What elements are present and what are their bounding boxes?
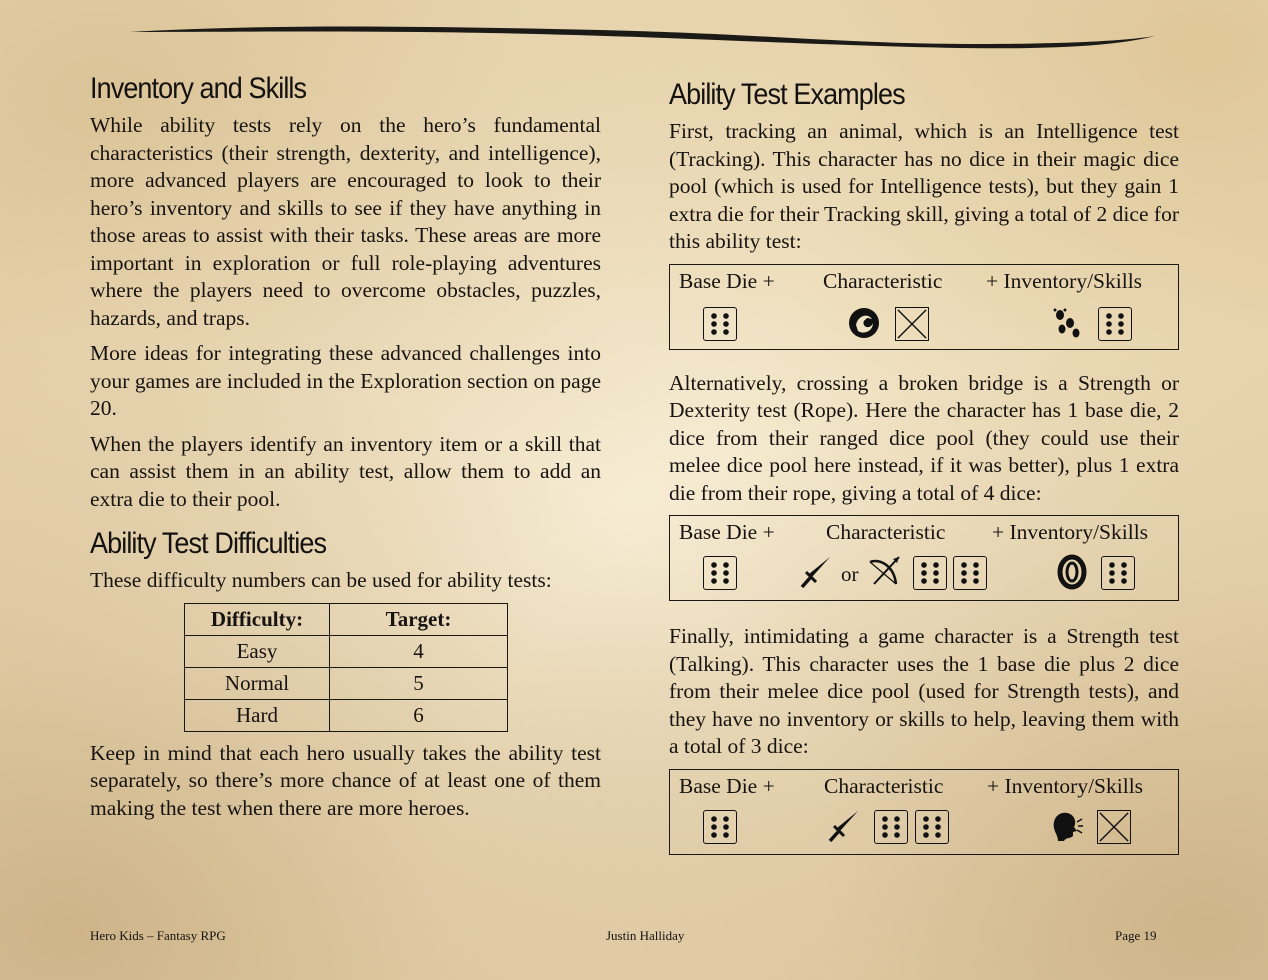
characteristic-label: Characteristic xyxy=(824,773,944,798)
paragraph: Alternatively, crossing a broken bridge … xyxy=(669,370,1179,505)
table-header-difficulty: Difficulty: xyxy=(184,602,330,636)
example-box-tracking: Base Die + Characteristic + Inventory/Sk… xyxy=(669,263,1179,350)
d6-six-icon xyxy=(874,809,908,844)
footer-page-number: Page 19 xyxy=(1115,928,1157,943)
table-header-target: Target: xyxy=(329,602,508,636)
table-row: Easy 4 xyxy=(184,634,508,668)
d6-six-icon xyxy=(703,556,737,590)
paragraph: When the players identify an inventory i… xyxy=(90,431,601,511)
magic-icon xyxy=(846,305,882,341)
footer-author: Justin Halliday xyxy=(606,928,685,943)
d6-six-icon xyxy=(915,809,949,844)
paragraph: Keep in mind that each hero usually take… xyxy=(90,740,601,820)
difficulty-table: Difficulty: Target: Easy 4 Normal 5 Hard… xyxy=(184,602,508,732)
paragraph: Finally, intimidating a game character i… xyxy=(669,624,1179,758)
paragraph: First, tracking an animal, which is an I… xyxy=(669,119,1179,253)
paragraph: While ability tests rely on the hero’s f… xyxy=(90,113,601,330)
empty-die-icon xyxy=(895,306,929,341)
paragraph: These difficulty numbers can be used for… xyxy=(90,568,552,592)
d6-six-icon xyxy=(913,556,947,590)
melee-sword-icon xyxy=(798,554,834,590)
right-column: Ability Test Examples First, tracking an… xyxy=(669,78,1179,877)
table-cell: 5 xyxy=(329,666,508,700)
example-box-rope: Base Die + Characteristic + Inventory/Sk… xyxy=(669,515,1179,601)
rope-icon xyxy=(1054,554,1090,590)
table-cell: 6 xyxy=(329,698,508,732)
ranged-bow-icon xyxy=(866,554,902,590)
base-die-label: Base Die + xyxy=(679,268,775,293)
table-cell: 4 xyxy=(329,634,508,668)
talking-head-icon xyxy=(1048,808,1084,844)
or-label: or xyxy=(841,562,859,586)
heading-ability-test-examples: Ability Test Examples xyxy=(669,78,906,111)
base-die-label: Base Die + xyxy=(679,773,775,798)
table-cell: Easy xyxy=(184,634,330,668)
header-flourish xyxy=(130,26,1155,49)
base-die-label: Base Die + xyxy=(679,520,775,544)
inventory-skills-label: + Inventory/Skills xyxy=(987,773,1144,798)
melee-sword-icon xyxy=(826,808,862,844)
inventory-skills-label: + Inventory/Skills xyxy=(986,268,1143,293)
table-row: Hard 6 xyxy=(184,698,508,732)
table-cell: Hard xyxy=(184,698,330,732)
empty-die-icon xyxy=(1097,809,1131,844)
d6-six-icon xyxy=(703,306,737,341)
example-box-talking: Base Die + Characteristic + Inventory/Sk… xyxy=(669,768,1179,855)
left-column: Inventory and Skills While ability tests… xyxy=(90,72,601,830)
paragraph: More ideas for integrating these advance… xyxy=(90,341,601,420)
characteristic-label: Characteristic xyxy=(826,520,946,544)
table-cell: Normal xyxy=(184,666,330,700)
table-header-row: Difficulty: Target: xyxy=(184,602,508,636)
footer-title: Hero Kids – Fantasy RPG xyxy=(90,928,226,943)
d6-six-icon xyxy=(1101,556,1135,590)
heading-ability-test-difficulties: Ability Test Difficulties xyxy=(90,527,327,560)
heading-inventory-skills: Inventory and Skills xyxy=(90,72,307,105)
table-row: Normal 5 xyxy=(184,666,508,700)
tracks-icon xyxy=(1050,305,1086,341)
d6-six-icon xyxy=(703,809,737,844)
d6-six-icon xyxy=(953,556,987,590)
d6-six-icon xyxy=(1098,306,1132,341)
characteristic-label: Characteristic xyxy=(823,268,943,293)
inventory-skills-label: + Inventory/Skills xyxy=(992,520,1149,544)
